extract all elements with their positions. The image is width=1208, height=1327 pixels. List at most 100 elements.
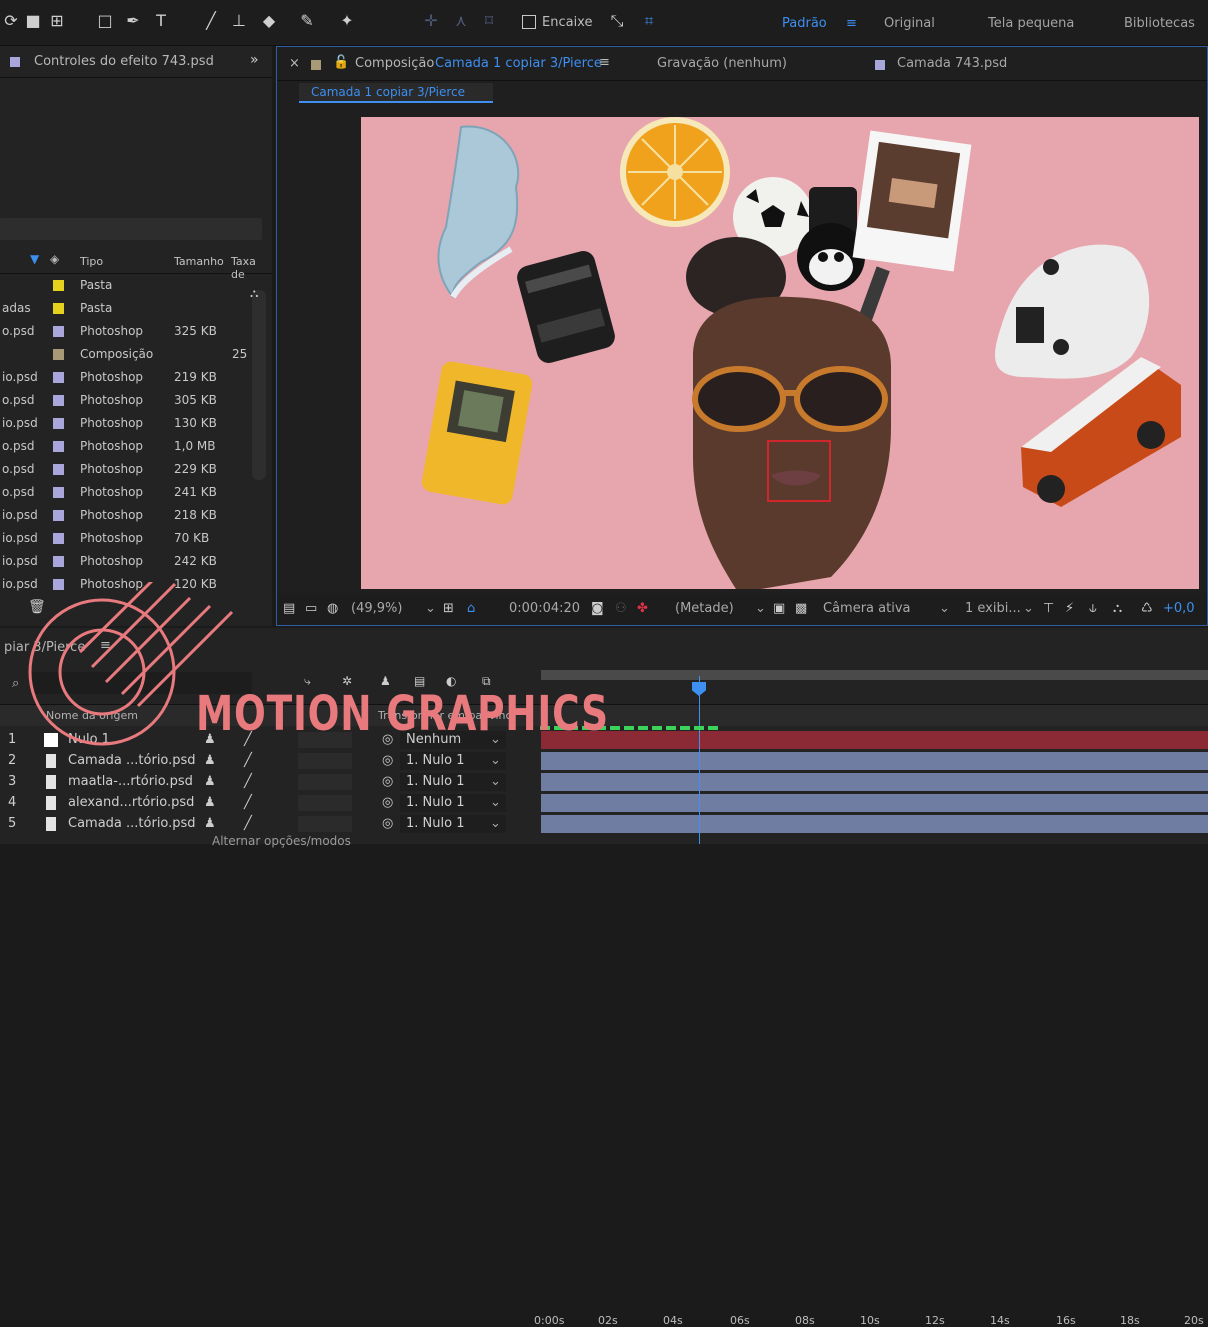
sort-chevron-icon[interactable]: ▼ [30, 252, 39, 266]
project-item-row[interactable]: io.psd Photoshop 218 KB [0, 504, 268, 527]
camera-dropdown[interactable]: Câmera ativa [823, 601, 910, 616]
comp-tab-name[interactable]: Camada 1 copiar 3/Pierce [435, 56, 602, 71]
layer-track-bar[interactable] [541, 731, 1208, 749]
playhead-handle[interactable] [692, 682, 706, 696]
puppet-pin-icon[interactable]: ✦ [336, 10, 358, 32]
shy-switch-icon[interactable]: ♟ [204, 774, 216, 789]
workspace-padrao[interactable]: Padrão [782, 16, 827, 31]
reset-exposure-icon[interactable]: ♺ [1141, 601, 1153, 616]
toggle-switches-modes[interactable]: Alternar opções/modos [212, 834, 351, 848]
zoom-chevron-icon[interactable]: ⌄ [425, 601, 436, 616]
always-preview-icon[interactable]: ▤ [283, 601, 295, 616]
composition-canvas[interactable] [361, 117, 1199, 589]
pickwhip-icon[interactable]: ◎ [382, 816, 393, 831]
orbit-icon[interactable]: ⟳ [0, 10, 22, 32]
snap-grid-icon[interactable]: ⌗ [638, 10, 660, 32]
show-snapshot-icon[interactable]: ⚇ [615, 601, 627, 616]
parent-chevron-icon[interactable]: ⌄ [490, 795, 501, 810]
parent-chevron-icon[interactable]: ⌄ [490, 816, 501, 831]
project-item-row[interactable]: io.psd Photoshop 120 KB [0, 573, 268, 596]
layer-tab[interactable]: Camada 743.psd [897, 56, 1007, 71]
pen-tool-icon[interactable]: ✒ [122, 10, 144, 32]
axis-view-icon[interactable]: ⌑ [478, 10, 500, 32]
pickwhip-icon[interactable]: ◎ [382, 753, 393, 768]
switches-cell[interactable] [298, 816, 352, 832]
shy-switch-icon[interactable]: ♟ [204, 816, 216, 831]
resolution-dropdown[interactable]: (Metade) [675, 601, 734, 616]
label-tag-icon[interactable]: ◈ [50, 252, 59, 266]
project-item-row[interactable]: o.psd Photoshop 229 KB [0, 458, 268, 481]
search-icon[interactable]: ⌕ [12, 676, 19, 691]
column-size[interactable]: Tamanho [174, 255, 224, 268]
switches-cell[interactable] [298, 795, 352, 811]
layer-track-bar[interactable] [541, 752, 1208, 770]
shy-switch-icon[interactable]: ♟ [204, 795, 216, 810]
camera-chevron-icon[interactable]: ⌄ [939, 601, 950, 616]
eraser-tool-icon[interactable]: ◆ [258, 10, 280, 32]
quality-switch-icon[interactable]: ╱ [244, 774, 252, 789]
effect-controls-tab[interactable]: Controles do efeito 743.psd [34, 54, 214, 69]
timeline-tab[interactable]: piar 3/Pierce [4, 640, 85, 655]
camera-tool-icon[interactable]: ■ [22, 10, 44, 32]
region-of-interest-icon[interactable]: ▣ [773, 601, 785, 616]
quality-switch-icon[interactable]: ╱ [244, 795, 252, 810]
switches-cell[interactable] [298, 753, 352, 769]
comp-breadcrumb[interactable]: Camada 1 copiar 3/Pierce [299, 83, 493, 103]
parent-chevron-icon[interactable]: ⌄ [490, 753, 501, 768]
clone-stamp-icon[interactable]: ⊥ [228, 10, 250, 32]
roto-brush-icon[interactable]: ✎ [296, 10, 318, 32]
text-tool-icon[interactable]: T [150, 10, 172, 32]
switches-cell[interactable] [298, 774, 352, 790]
layer-track-bar[interactable] [541, 815, 1208, 833]
layer-row[interactable]: 5 Camada ...tório.psd ♟ ╱ ◎ 1. Nulo 1 ⌄ [0, 814, 536, 834]
flowchart-icon[interactable]: ⛬ [1113, 601, 1122, 616]
layer-row[interactable]: 2 Camada ...tório.psd ♟ ╱ ◎ 1. Nulo 1 ⌄ [0, 751, 536, 771]
project-item-row[interactable]: Composição 25 [0, 343, 268, 366]
zoom-dropdown[interactable]: (49,9%) [351, 601, 402, 616]
delete-trash-icon[interactable]: 🗑 [28, 599, 46, 615]
column-source-name[interactable]: Nome da origem [46, 709, 138, 722]
color-channel-icon[interactable]: ✤ [637, 601, 648, 616]
project-item-row[interactable]: o.psd Photoshop 1,0 MB [0, 435, 268, 458]
project-item-row[interactable]: adas Pasta [0, 297, 268, 320]
tab-menu-icon[interactable]: ≡ [599, 55, 610, 70]
layer-row[interactable]: 4 alexand...rtório.psd ♟ ╱ ◎ 1. Nulo 1 ⌄ [0, 793, 536, 813]
project-item-row[interactable]: io.psd Photoshop 130 KB [0, 412, 268, 435]
project-item-row[interactable]: io.psd Photoshop 242 KB [0, 550, 268, 573]
workspace-original[interactable]: Original [884, 16, 935, 31]
toggle-pixel-icon[interactable]: ⊤ [1043, 601, 1054, 616]
pickwhip-icon[interactable]: ◎ [382, 795, 393, 810]
mask-visibility-icon[interactable]: ⌂ [467, 601, 475, 616]
project-search-input[interactable] [0, 218, 262, 240]
views-chevron-icon[interactable]: ⌄ [1023, 601, 1034, 616]
views-dropdown[interactable]: 1 exibi... [965, 601, 1021, 616]
pan-behind-icon[interactable]: ⊞ [46, 10, 68, 32]
3d-glasses-icon[interactable]: ◍ [327, 601, 338, 616]
snapshot-camera-icon[interactable]: ◙ [591, 601, 604, 616]
close-tab-icon[interactable]: × [289, 56, 300, 71]
axis-local-icon[interactable]: ✛ [420, 10, 442, 32]
grid-icon[interactable]: ⊞ [443, 601, 454, 616]
rectangle-tool-icon[interactable]: □ [94, 10, 116, 32]
layer-track-bar[interactable] [541, 773, 1208, 791]
quality-switch-icon[interactable]: ╱ [244, 816, 252, 831]
project-item-row[interactable]: o.psd Photoshop 325 KB [0, 320, 268, 343]
panel-overflow-icon[interactable]: » [250, 52, 259, 68]
fast-preview-icon[interactable]: ⚡ [1065, 601, 1074, 616]
project-item-row[interactable]: o.psd Photoshop 305 KB [0, 389, 268, 412]
layer-track-bar[interactable] [541, 794, 1208, 812]
brush-tool-icon[interactable]: ╱ [200, 10, 222, 32]
axis-world-icon[interactable]: ⋏ [450, 10, 472, 32]
lock-icon[interactable]: 🔓 [333, 55, 349, 70]
transparency-grid-icon[interactable]: ▩ [795, 601, 807, 616]
snap-checkbox[interactable] [522, 15, 536, 29]
recording-tab[interactable]: Gravação (nenhum) [657, 56, 787, 71]
workspace-small-screen[interactable]: Tela pequena [988, 16, 1074, 31]
shy-switch-icon[interactable]: ♟ [204, 753, 216, 768]
comp-tab-prefix[interactable]: Composição [355, 56, 434, 71]
project-item-row[interactable]: o.psd Photoshop 241 KB [0, 481, 268, 504]
column-type[interactable]: Tipo [80, 255, 103, 268]
exposure-value[interactable]: +0,0 [1163, 601, 1195, 616]
timecode-display[interactable]: 0:00:04:20 [509, 601, 580, 616]
quality-switch-icon[interactable]: ╱ [244, 753, 252, 768]
